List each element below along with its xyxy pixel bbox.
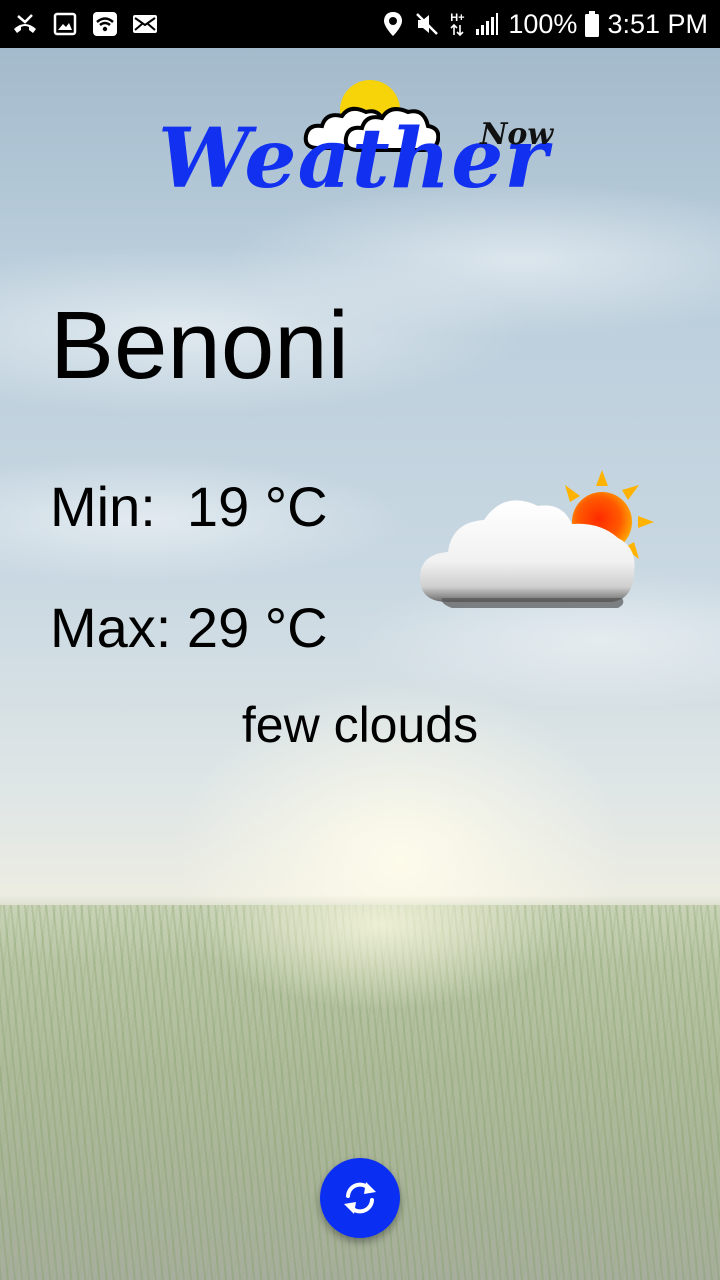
- min-temperature-value: 19 °C: [186, 475, 328, 538]
- gallery-icon: [52, 11, 78, 37]
- battery-percent: 100%: [508, 8, 578, 39]
- weather-description: few clouds: [241, 697, 479, 753]
- partly-cloudy-icon: [420, 470, 654, 608]
- status-bar: H+ 100% 3:51 PM: [0, 0, 720, 48]
- city-name: Benoni: [50, 292, 349, 399]
- battery-icon: [585, 11, 600, 37]
- signal-icon: [474, 11, 500, 37]
- mute-icon: [414, 11, 440, 37]
- max-temperature-value: 29 °C: [186, 596, 328, 659]
- max-temperature-row: Max: 29 °C: [50, 600, 328, 656]
- network-type-label: H+: [450, 11, 465, 24]
- email-icon: [132, 11, 158, 37]
- max-temperature-label: Max:: [50, 596, 172, 659]
- min-temperature-row: Min: 19 °C: [50, 479, 328, 535]
- wifi-icon: [92, 11, 118, 37]
- refresh-button[interactable]: [320, 1158, 400, 1238]
- missed-call-icon: [12, 11, 38, 37]
- logo-tagline: Now: [480, 117, 554, 152]
- location-icon: [380, 11, 406, 37]
- clock: 3:51 PM: [607, 8, 708, 39]
- data-icon: H+: [448, 11, 466, 37]
- refresh-icon: [344, 1182, 376, 1214]
- min-temperature-label: Min:: [50, 475, 156, 538]
- app-logo: Weather Now: [150, 78, 570, 223]
